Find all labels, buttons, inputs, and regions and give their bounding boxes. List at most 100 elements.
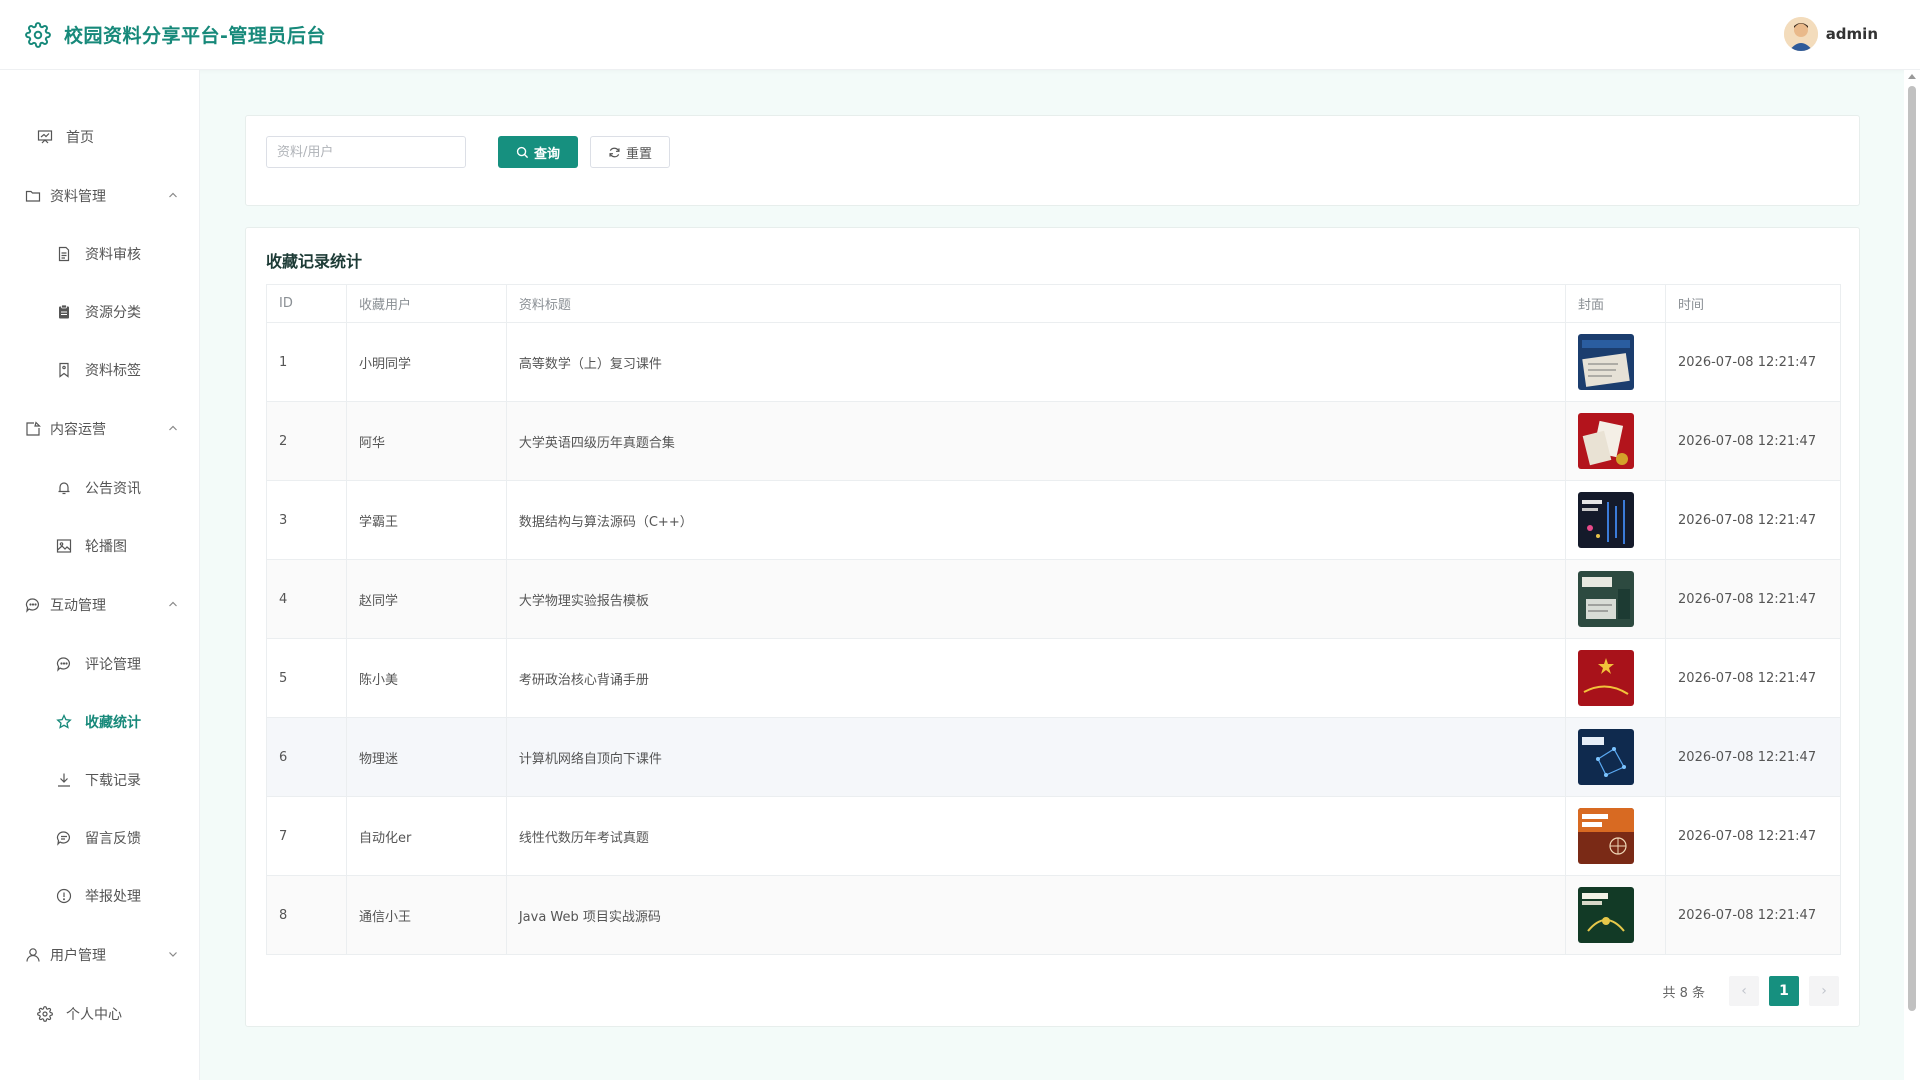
page-number-button[interactable]: 1	[1769, 976, 1799, 1006]
cover-image[interactable]	[1578, 334, 1635, 390]
cell-time: 2026-07-08 12:21:47	[1665, 322, 1841, 402]
sidebar-group-interaction[interactable]: 互动管理	[0, 584, 200, 626]
app-title: 校园资料分享平台-管理员后台	[64, 25, 326, 47]
sidebar-group-content[interactable]: 内容运营	[0, 408, 200, 450]
sidebar-group-users[interactable]: 用户管理	[0, 934, 200, 976]
cell-time: 2026-07-08 12:21:47	[1665, 559, 1841, 639]
sidebar-item-label: 轮播图	[85, 539, 127, 555]
scrollbar-thumb[interactable]	[1908, 86, 1916, 1011]
cell-time: 2026-07-08 12:21:47	[1665, 480, 1841, 560]
bell-icon	[55, 479, 73, 497]
cell-user: 学霸王	[345, 480, 507, 560]
table-row[interactable]: 1 小明同学 高等数学（上）复习课件 2026-07-08 12:21:47	[266, 322, 1841, 402]
sidebar-item-label: 公告资讯	[85, 481, 141, 497]
table-row[interactable]: 7 自动化er 线性代数历年考试真题 2026-07-08 12:21:47	[266, 796, 1841, 876]
column-header-user: 收藏用户	[345, 284, 507, 323]
sidebar-item-material-review[interactable]: 资料审核	[0, 233, 200, 275]
sidebar-item-downloads[interactable]: 下载记录	[0, 759, 200, 801]
cell-id: 6	[266, 717, 347, 797]
cell-title: 大学物理实验报告模板	[505, 559, 1567, 639]
cell-title: 数据结构与算法源码（C++）	[505, 480, 1567, 560]
sidebar-item-label: 下载记录	[85, 773, 141, 789]
sidebar-item-carousel[interactable]: 轮播图	[0, 525, 200, 567]
next-page-button[interactable]: ›	[1809, 976, 1839, 1006]
cell-title: 考研政治核心背诵手册	[505, 638, 1567, 718]
refresh-icon	[608, 146, 621, 159]
sidebar-item-comments[interactable]: 评论管理	[0, 643, 200, 685]
gear-icon	[36, 1005, 54, 1023]
cover-image[interactable]	[1578, 808, 1635, 864]
table-row[interactable]: 3 学霸王 数据结构与算法源码（C++） 2026-07-08 12:21:47	[266, 480, 1841, 560]
sidebar: 首页 资料管理 资料审核 资源分类 资料标签 内容运营 公告资讯 轮播图 互动管…	[0, 70, 200, 1080]
comment-icon	[55, 655, 73, 673]
sidebar-item-label: 收藏统计	[85, 715, 141, 731]
cell-id: 8	[266, 875, 347, 955]
sidebar-item-favorites-stats[interactable]: 收藏统计	[0, 701, 200, 743]
column-header-id: ID	[266, 284, 347, 323]
cell-time: 2026-07-08 12:21:47	[1665, 638, 1841, 718]
query-button[interactable]: 查询	[498, 136, 578, 168]
cell-user: 赵同学	[345, 559, 507, 639]
sidebar-group-label: 用户管理	[50, 948, 106, 964]
reset-button-label: 重置	[625, 146, 652, 162]
cell-user: 陈小美	[345, 638, 507, 718]
cell-id: 3	[266, 480, 347, 560]
sidebar-item-label: 资料审核	[85, 247, 141, 263]
table-row[interactable]: 4 赵同学 大学物理实验报告模板 2026-07-08 12:21:47	[266, 559, 1841, 639]
download-icon	[55, 771, 73, 789]
cell-title: 大学英语四级历年真题合集	[505, 401, 1567, 481]
cell-title: 线性代数历年考试真题	[505, 796, 1567, 876]
sidebar-item-label: 个人中心	[66, 1007, 122, 1023]
sidebar-item-reports[interactable]: 举报处理	[0, 875, 200, 917]
cover-image[interactable]	[1578, 571, 1635, 627]
search-input[interactable]	[266, 136, 466, 168]
sidebar-item-announcements[interactable]: 公告资讯	[0, 467, 200, 509]
prev-page-button[interactable]: ‹	[1729, 976, 1759, 1006]
cover-image[interactable]	[1578, 492, 1635, 548]
favorites-table: ID 收藏用户 资料标题 封面 时间 1 小明同学 高等数学（上）复习课件 20…	[266, 284, 1841, 955]
user-menu[interactable]: admin	[1783, 17, 1878, 51]
sidebar-group-label: 互动管理	[50, 598, 106, 614]
cell-id: 1	[266, 322, 347, 402]
table-row[interactable]: 6 物理迷 计算机网络自顶向下课件 2026-07-08 12:21:47	[266, 717, 1841, 797]
cell-id: 7	[266, 796, 347, 876]
cell-user: 物理迷	[345, 717, 507, 797]
cell-user: 小明同学	[345, 322, 507, 402]
scroll-up-arrow-icon[interactable]	[1908, 74, 1916, 79]
column-header-title: 资料标题	[505, 284, 1567, 323]
avatar[interactable]	[1783, 17, 1818, 51]
cover-image[interactable]	[1578, 650, 1635, 706]
cell-title: 计算机网络自顶向下课件	[505, 717, 1567, 797]
table-row[interactable]: 5 陈小美 考研政治核心背诵手册 2026-07-08 12:21:47	[266, 638, 1841, 718]
sidebar-item-home[interactable]: 首页	[0, 116, 200, 158]
sidebar-item-resource-category[interactable]: 资源分类	[0, 291, 200, 333]
dashboard-icon	[36, 128, 54, 146]
cover-image[interactable]	[1578, 413, 1635, 469]
sidebar-group-material[interactable]: 资料管理	[0, 175, 200, 217]
cell-time: 2026-07-08 12:21:47	[1665, 717, 1841, 797]
page-scrollbar[interactable]	[1904, 70, 1920, 1080]
table-row[interactable]: 8 通信小王 Java Web 项目实战源码 2026-07-08 12:21:…	[266, 875, 1841, 955]
cell-id: 4	[266, 559, 347, 639]
cover-image[interactable]	[1578, 887, 1635, 943]
top-header: 校园资料分享平台-管理员后台 admin	[0, 0, 1920, 70]
sidebar-item-profile[interactable]: 个人中心	[0, 993, 200, 1035]
cell-title: 高等数学（上）复习课件	[505, 322, 1567, 402]
folder-icon	[24, 187, 42, 205]
chevron-up-icon	[166, 188, 180, 202]
user-icon	[24, 946, 42, 964]
cover-image[interactable]	[1578, 729, 1635, 785]
sidebar-item-label: 资源分类	[85, 305, 141, 321]
search-panel: 查询 重置	[245, 115, 1860, 206]
document-icon	[55, 245, 73, 263]
sidebar-item-material-tags[interactable]: 资料标签	[0, 349, 200, 391]
gear-logo-icon	[24, 21, 52, 49]
chevron-down-icon	[166, 947, 180, 961]
warning-circle-icon	[55, 887, 73, 905]
user-name[interactable]: admin	[1826, 25, 1878, 43]
reset-button[interactable]: 重置	[590, 136, 670, 168]
tag-icon	[55, 361, 73, 379]
sidebar-item-feedback[interactable]: 留言反馈	[0, 817, 200, 859]
table-row[interactable]: 2 阿华 大学英语四级历年真题合集 2026-07-08 12:21:47	[266, 401, 1841, 481]
table-panel: 收藏记录统计 ID 收藏用户 资料标题 封面 时间 1 小明同学 高等数学（上）…	[245, 227, 1860, 1027]
